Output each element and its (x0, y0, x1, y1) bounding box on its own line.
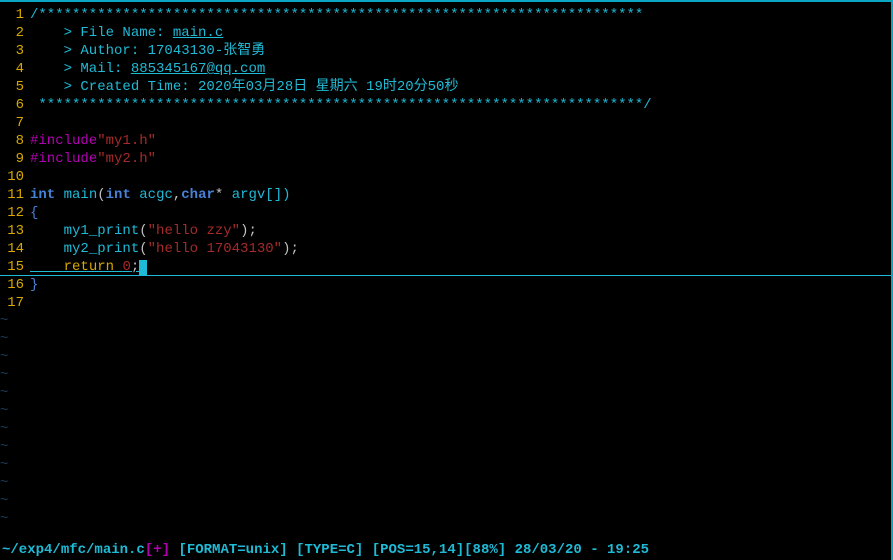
code-line: 5 > Created Time: 2020年03月28日 星期六 19时20分… (0, 78, 891, 96)
empty-line: ~ (0, 474, 891, 492)
line-number: 8 (0, 132, 30, 150)
code-line: 1 /*************************************… (0, 6, 891, 24)
empty-line: ~ (0, 348, 891, 366)
line-number: 16 (0, 276, 30, 294)
code-line: 3 > Author: 17043130-张智勇 (0, 42, 891, 60)
status-format: [FORMAT=unix (178, 542, 279, 558)
line-number: 14 (0, 240, 30, 258)
line-number: 17 (0, 294, 30, 312)
code-line-current: 15 return 0; (0, 258, 891, 276)
code-line: 17 (0, 294, 891, 312)
line-number: 9 (0, 150, 30, 168)
line-number: 5 (0, 78, 30, 96)
line-number: 3 (0, 42, 30, 60)
status-pos: ] [POS=15,14 (355, 542, 456, 558)
code-editor[interactable]: 1 /*************************************… (0, 2, 891, 538)
line-number: 15 (0, 258, 30, 275)
code-line: 13 my1_print("hello zzy"); (0, 222, 891, 240)
line-number: 7 (0, 114, 30, 132)
empty-line: ~ (0, 384, 891, 402)
empty-line: ~ (0, 492, 891, 510)
empty-line: ~ (0, 402, 891, 420)
status-type: ] [TYPE=C (279, 542, 355, 558)
status-percent: ][88% (456, 542, 498, 558)
code-line: 2 > File Name: main.c (0, 24, 891, 42)
code-line: 6 **************************************… (0, 96, 891, 114)
line-number: 11 (0, 186, 30, 204)
line-number: 13 (0, 222, 30, 240)
code-line: 14 my2_print("hello 17043130"); (0, 240, 891, 258)
empty-line: ~ (0, 510, 891, 528)
empty-line: ~ (0, 366, 891, 384)
line-number: 10 (0, 168, 30, 186)
empty-line: ~ (0, 312, 891, 330)
status-path: /exp4/mfc/main.c (10, 542, 144, 558)
empty-line: ~ (0, 330, 891, 348)
code-line: 7 (0, 114, 891, 132)
line-number: 1 (0, 6, 30, 24)
status-modified: [+] (145, 542, 170, 558)
code-line: 12 { (0, 204, 891, 222)
code-line: 10 (0, 168, 891, 186)
code-line: 16 } (0, 276, 891, 294)
empty-line: ~ (0, 456, 891, 474)
status-datetime: ] 28/03/20 - 19:25 (498, 542, 649, 558)
code-line: 11 int main(int acgc,char* argv[]) (0, 186, 891, 204)
line-number: 4 (0, 60, 30, 78)
status-bar: ~/exp4/mfc/main.c[+] [FORMAT=unix] [TYPE… (0, 540, 891, 560)
code-line: 9 #include"my2.h" (0, 150, 891, 168)
line-number: 2 (0, 24, 30, 42)
code-line: 4 > Mail: 885345167@qq.com (0, 60, 891, 78)
empty-line: ~ (0, 438, 891, 456)
line-number: 12 (0, 204, 30, 222)
empty-line: ~ (0, 420, 891, 438)
cursor-icon (139, 260, 147, 275)
line-number: 6 (0, 96, 30, 114)
code-line: 8 #include"my1.h" (0, 132, 891, 150)
